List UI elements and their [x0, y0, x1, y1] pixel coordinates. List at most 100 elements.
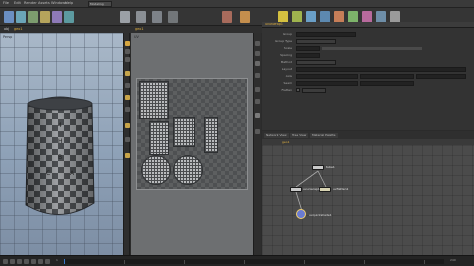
viewport-3d[interactable]: Persp 4 H B C A: [0, 33, 123, 255]
node-wires: [295, 170, 327, 212]
param-label: Layout: [281, 67, 292, 71]
param-row: Seam: [266, 81, 470, 86]
node-uvquickshade1[interactable]: [296, 209, 306, 219]
param-row: Group Type: [266, 39, 470, 44]
param-label: Method: [280, 60, 292, 64]
node-label-uvunwrap1: uvunwrap1: [303, 187, 320, 191]
spacing-field[interactable]: [296, 53, 320, 58]
path-obj[interactable]: obj: [4, 27, 9, 31]
param-row: Axis: [266, 74, 470, 79]
network-view[interactable]: Network View Tree View Material Palette …: [262, 131, 474, 255]
param-row: Flatten: [266, 88, 470, 93]
template-icon[interactable]: [125, 153, 130, 158]
snap-icon[interactable]: [125, 95, 130, 100]
playhead[interactable]: [64, 259, 65, 264]
ghost-icon[interactable]: [125, 137, 130, 142]
scale-icon[interactable]: [168, 11, 178, 23]
node-uvflatten1[interactable]: [319, 187, 331, 192]
tick: [364, 260, 365, 264]
play-icon[interactable]: [31, 259, 36, 264]
svg-text:C: C: [46, 170, 50, 177]
create-sphere-icon[interactable]: [16, 11, 26, 23]
node-label-tube1: tube1: [326, 165, 335, 169]
menu-help[interactable]: Help: [65, 1, 73, 5]
stop-icon[interactable]: [24, 259, 29, 264]
axis-z-field[interactable]: [416, 74, 466, 79]
step-forward-icon[interactable]: [38, 259, 43, 264]
timeline-slider[interactable]: [64, 259, 444, 264]
svg-text:B: B: [58, 154, 62, 161]
current-frame[interactable]: 1: [56, 258, 58, 262]
light-icon[interactable]: [222, 11, 232, 23]
node-title: uvunwrap1: [265, 22, 283, 26]
seam-x-field[interactable]: [296, 81, 358, 86]
layout-field[interactable]: [296, 67, 466, 72]
viewport-camera-label[interactable]: Persp: [3, 35, 12, 39]
points-icon[interactable]: [255, 87, 260, 92]
select-tool-icon[interactable]: [125, 41, 130, 46]
node-uvunwrap1[interactable]: [290, 187, 302, 192]
axis-x-field[interactable]: [296, 74, 358, 79]
menu-file[interactable]: File: [3, 1, 9, 5]
scale-slider[interactable]: [322, 47, 422, 50]
create-grid-icon[interactable]: [52, 11, 62, 23]
viewport-toolstrip-left: [123, 33, 130, 255]
shading-icon[interactable]: [255, 51, 260, 56]
menu-edit[interactable]: Edit: [14, 1, 21, 5]
create-tube-icon[interactable]: [28, 11, 38, 23]
menu-assets[interactable]: Assets: [38, 1, 50, 5]
handle-tool-icon[interactable]: [125, 57, 130, 62]
scale-field[interactable]: [296, 46, 320, 51]
pose-tool-icon[interactable]: [125, 71, 130, 76]
node-label-uvflatten1: uvflatten1: [333, 187, 349, 191]
select-icon[interactable]: [120, 11, 130, 23]
param-label: Flatten: [281, 88, 293, 92]
group-field[interactable]: [296, 32, 356, 37]
flatten-checkbox[interactable]: [296, 88, 300, 92]
menu-bar: File Edit Render Assets Windows Help Mod…: [0, 0, 474, 8]
rotate-icon[interactable]: [152, 11, 162, 23]
param-label: Axis: [285, 74, 292, 78]
create-box-icon[interactable]: [4, 11, 14, 23]
menu-render[interactable]: Render: [24, 1, 37, 5]
tube-geometry: 4 H B C A: [25, 96, 95, 215]
visualize-icon[interactable]: [255, 73, 260, 78]
flatten-menu[interactable]: [302, 88, 326, 93]
uv-island-cap-bottom: [173, 155, 203, 185]
uv-island-cap-top: [141, 155, 171, 185]
transform-tool-icon[interactable]: [125, 49, 130, 54]
tick: [124, 260, 125, 264]
display-options-icon[interactable]: [125, 107, 130, 112]
step-back-icon[interactable]: [10, 259, 15, 264]
camera-icon[interactable]: [240, 11, 250, 23]
uv-tile: [136, 78, 248, 190]
lock-icon[interactable]: [125, 123, 130, 128]
parameter-header: uvunwrap1: [262, 22, 474, 28]
param-label: Group Type: [275, 39, 292, 43]
display-icon[interactable]: [255, 41, 260, 46]
desktop-selector[interactable]: Modeling: [88, 1, 112, 7]
primitive-icon[interactable]: [255, 129, 260, 134]
uv-viewport-label[interactable]: UV: [134, 35, 139, 39]
path-geo[interactable]: geo1: [14, 27, 22, 31]
view-tool-icon[interactable]: [125, 83, 130, 88]
move-icon[interactable]: [136, 11, 146, 23]
uv-path-geo[interactable]: geo1: [135, 27, 143, 31]
axis-y-field[interactable]: [360, 74, 414, 79]
jump-start-icon[interactable]: [3, 259, 8, 264]
jump-end-icon[interactable]: [45, 259, 50, 264]
svg-text:H: H: [58, 138, 63, 145]
tick: [184, 260, 185, 264]
wireframe-icon[interactable]: [255, 61, 260, 66]
vertex-icon[interactable]: [255, 113, 260, 118]
group-type-menu[interactable]: [296, 39, 336, 44]
node-tube1[interactable]: [312, 165, 324, 170]
end-frame[interactable]: 240: [450, 258, 456, 262]
param-label: Seam: [283, 81, 292, 85]
create-circle-icon[interactable]: [64, 11, 74, 23]
seam-y-field[interactable]: [360, 81, 414, 86]
normals-icon[interactable]: [255, 99, 260, 104]
method-menu[interactable]: [296, 60, 336, 65]
create-torus-icon[interactable]: [40, 11, 50, 23]
play-reverse-icon[interactable]: [17, 259, 22, 264]
